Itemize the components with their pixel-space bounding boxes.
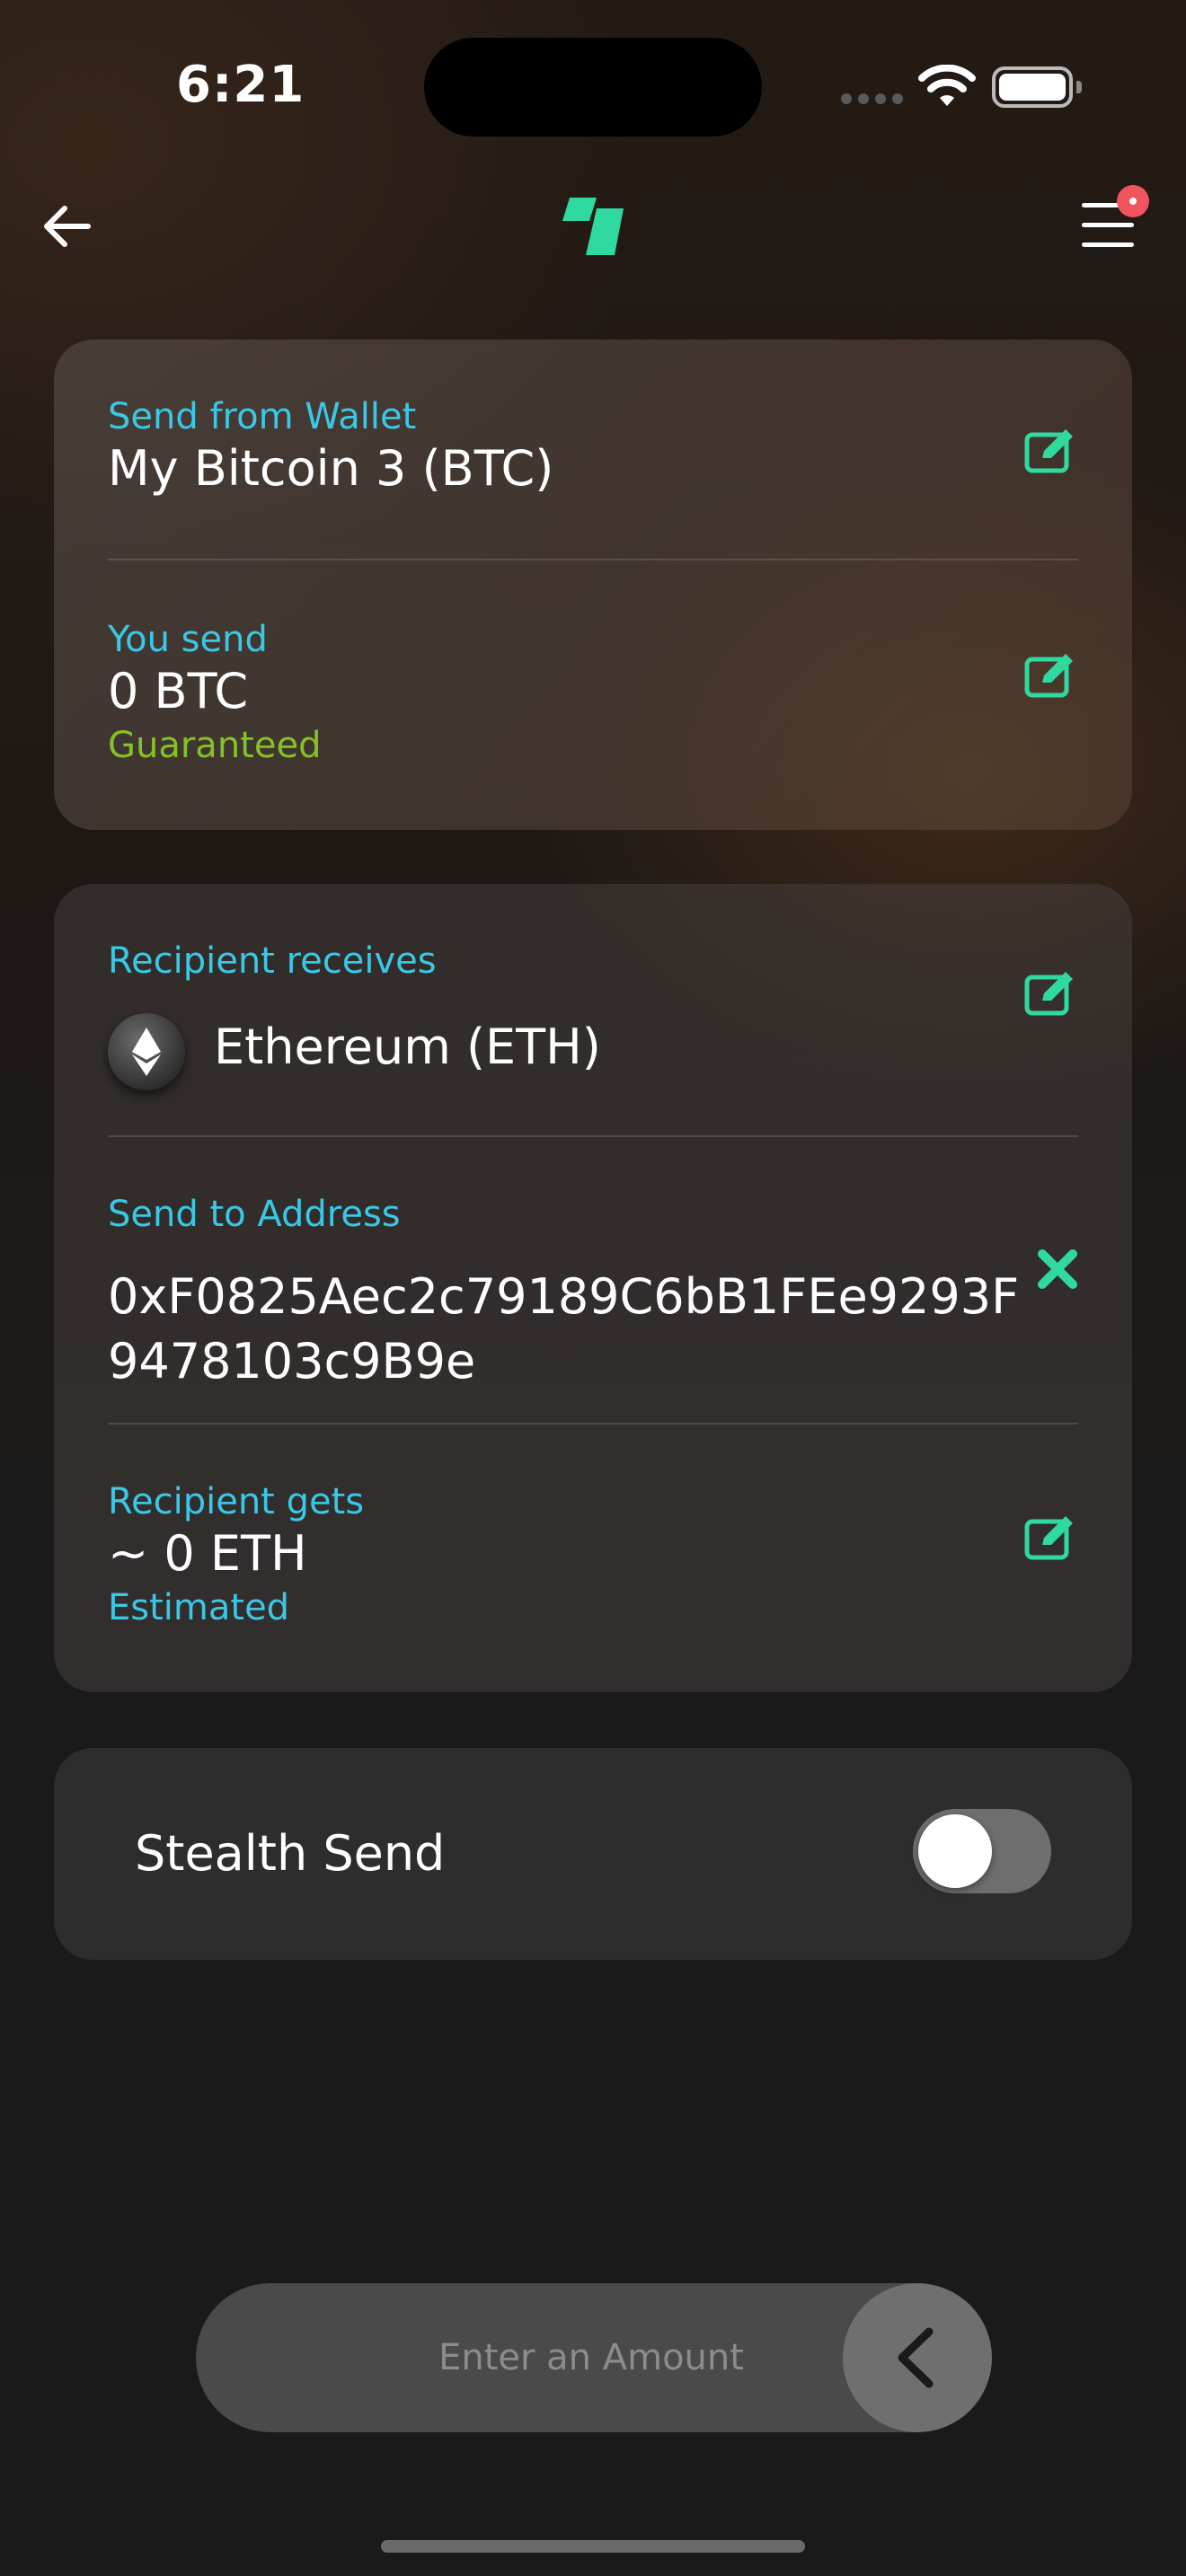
edit-icon[interactable] xyxy=(1024,1514,1078,1561)
edit-icon[interactable] xyxy=(1024,652,1078,699)
recipient-gets-value: ~ 0 ETH xyxy=(108,1525,307,1582)
you-send-row[interactable]: You send 0 BTC Guaranteed xyxy=(108,618,1078,789)
stealth-send-toggle[interactable] xyxy=(913,1809,1051,1893)
you-send-label: You send xyxy=(108,619,268,660)
send-to-address-value: 0xF0825Aec2c79189C6bB1FEe9293F9478103c9B… xyxy=(108,1268,1020,1389)
send-to-address-label: Send to Address xyxy=(108,1194,401,1235)
notification-badge xyxy=(1117,185,1149,217)
home-indicator xyxy=(381,2540,805,2553)
edit-icon[interactable] xyxy=(1024,970,1078,1017)
recipient-gets-row[interactable]: Recipient gets ~ 0 ETH Estimated xyxy=(108,1480,1078,1651)
app-logo xyxy=(562,198,624,255)
send-from-value: My Bitcoin 3 (BTC) xyxy=(108,440,554,497)
divider xyxy=(108,1423,1078,1425)
ethereum-coin-icon xyxy=(108,1013,185,1090)
recipient-receives-label: Recipient receives xyxy=(108,940,437,982)
slide-knob[interactable] xyxy=(843,2283,992,2432)
send-from-wallet-row[interactable]: Send from Wallet My Bitcoin 3 (BTC) xyxy=(108,395,1078,512)
battery-icon xyxy=(992,66,1082,108)
guaranteed-note: Guaranteed xyxy=(108,725,322,766)
divider xyxy=(108,559,1078,560)
clear-icon[interactable] xyxy=(1037,1248,1078,1290)
send-to-address-row[interactable]: Send to Address 0xF0825Aec2c79189C6bB1FE… xyxy=(108,1193,1078,1389)
signal-icon xyxy=(841,93,903,104)
stealth-send-label: Stealth Send xyxy=(135,1825,446,1882)
recipient-card: Recipient receives Ethereum (ETH) Send t… xyxy=(54,884,1132,1692)
estimated-note: Estimated xyxy=(108,1587,290,1628)
back-arrow-icon[interactable] xyxy=(40,198,97,255)
chevron-left-icon xyxy=(898,2327,934,2388)
wifi-icon xyxy=(918,65,976,106)
divider xyxy=(108,1135,1078,1137)
recipient-receives-value: Ethereum (ETH) xyxy=(214,1019,601,1075)
edit-icon[interactable] xyxy=(1024,428,1078,474)
dynamic-island xyxy=(424,38,762,137)
wallet-card: Send from Wallet My Bitcoin 3 (BTC) You … xyxy=(54,340,1132,830)
recipient-gets-label: Recipient gets xyxy=(108,1481,365,1522)
stealth-send-card: Stealth Send xyxy=(54,1748,1132,1960)
status-time: 6:21 xyxy=(176,56,305,114)
recipient-receives-row[interactable]: Recipient receives Ethereum (ETH) xyxy=(108,940,1078,1101)
send-from-label: Send from Wallet xyxy=(108,396,417,437)
you-send-value: 0 BTC xyxy=(108,663,249,719)
